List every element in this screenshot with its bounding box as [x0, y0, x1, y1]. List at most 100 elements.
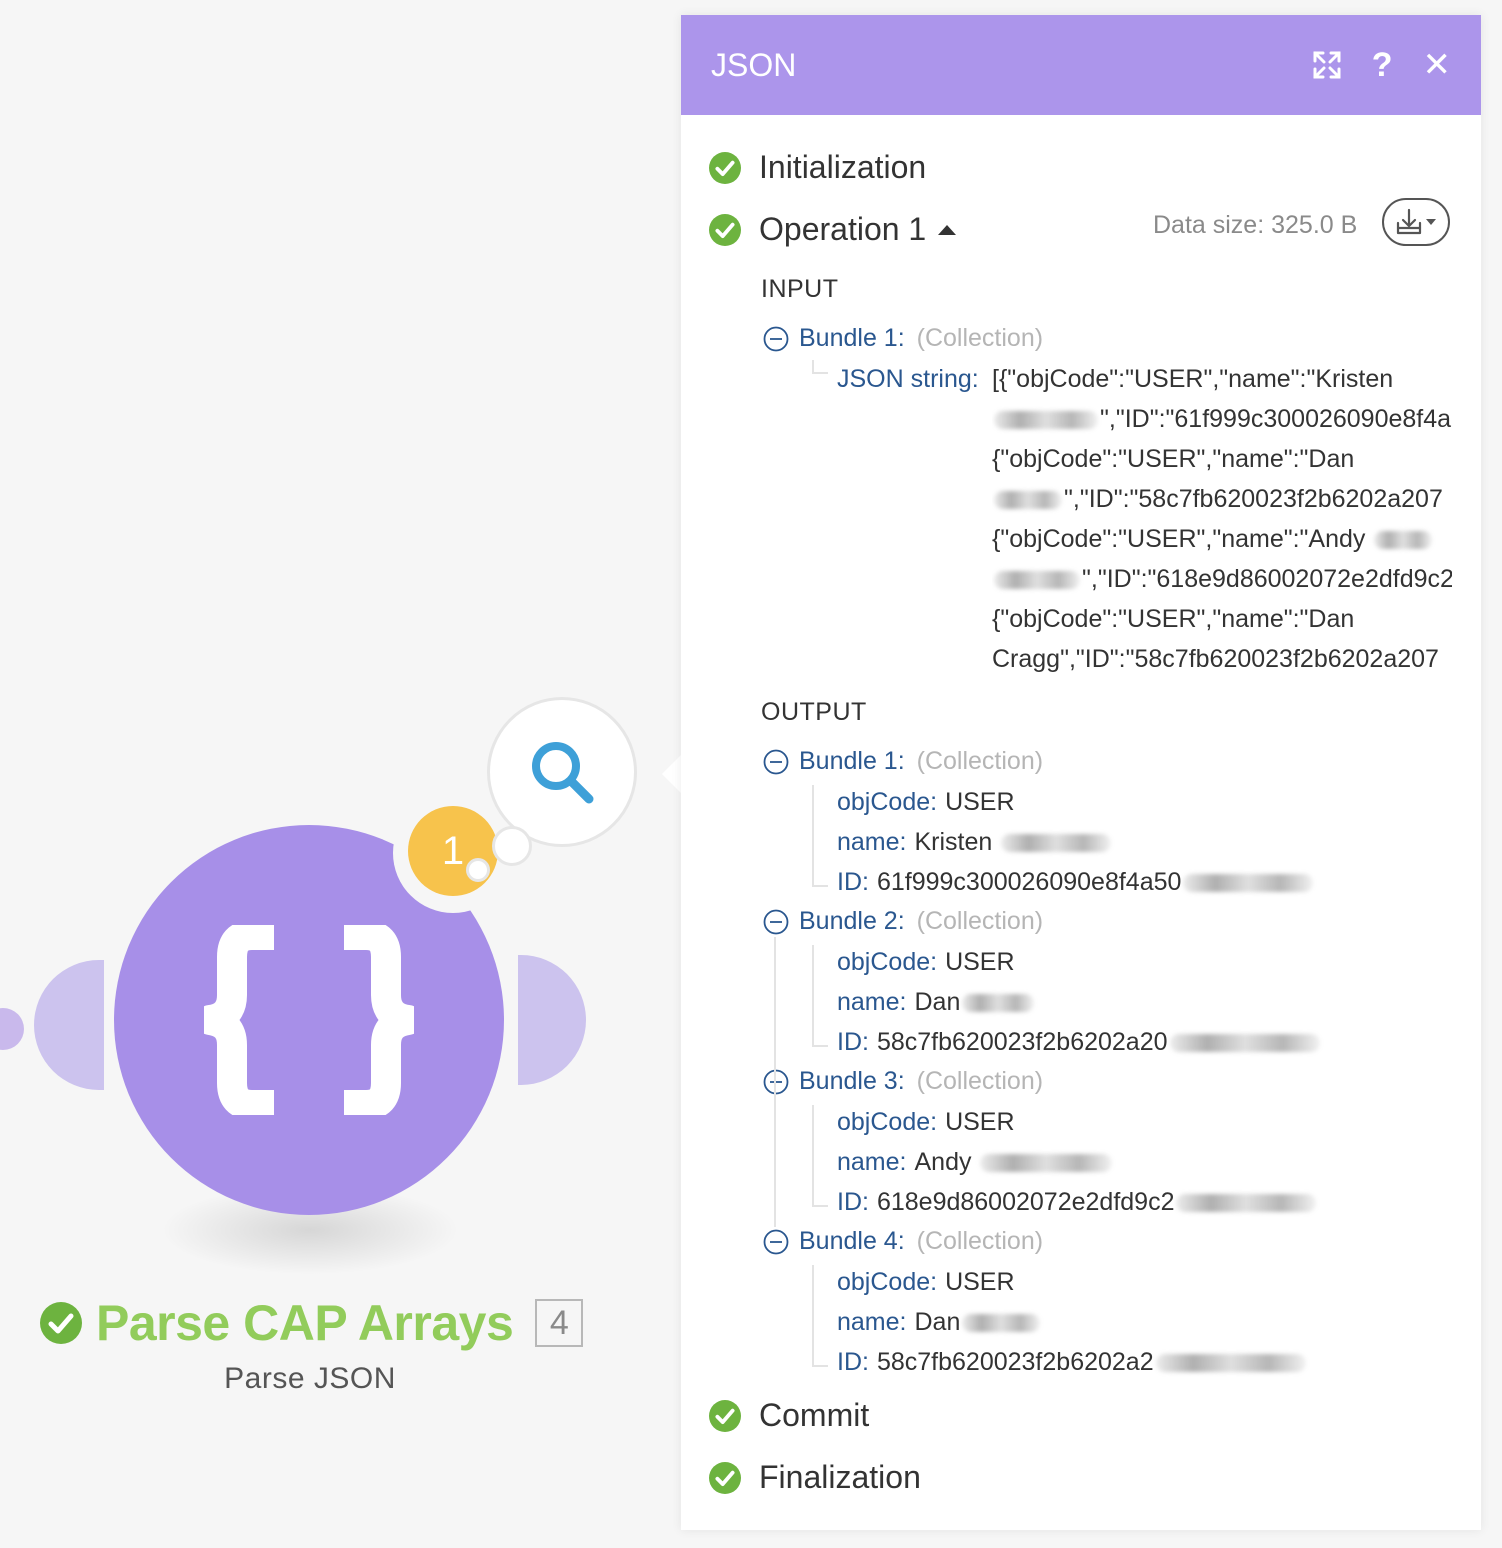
tree-connector: [812, 360, 828, 374]
output-bundle-2[interactable]: Bundle 2: (Collection): [763, 907, 1043, 936]
search-icon: [532, 742, 594, 804]
json-line: {"objCode":"USER","name":"Dan: [992, 605, 1355, 633]
redacted-text: [980, 1154, 1113, 1173]
bundle-label: Bundle 4:: [799, 1227, 905, 1255]
field-row: objCode: USER: [837, 1108, 1015, 1136]
field-row: objCode: USER: [837, 788, 1015, 816]
panel-title: JSON: [711, 46, 797, 83]
panel-pointer: [662, 754, 682, 794]
json-braces-icon: [204, 925, 414, 1115]
json-line: {"objCode":"USER","name":"Andy: [992, 525, 1452, 554]
collapse-circle-icon: [763, 1069, 789, 1094]
tree-connector: [812, 1265, 828, 1367]
previous-module-connector: [0, 1008, 24, 1050]
field-row: objCode: USER: [837, 1268, 1015, 1296]
check-circle-icon: [709, 1399, 741, 1432]
inspector-panel: JSON ? ✕ Initialization Operation 1 Data…: [681, 15, 1481, 1530]
field-row: ID: 58c7fb620023f2b6202a2: [837, 1348, 1308, 1377]
json-string-key-row: JSON string:: [837, 365, 979, 394]
field-row: ID: 58c7fb620023f2b6202a20: [837, 1028, 1322, 1057]
tree-connector: [812, 785, 828, 887]
json-line: [{"objCode":"USER","name":"Kristen: [992, 365, 1394, 393]
bundle-type: (Collection): [916, 1227, 1044, 1255]
redacted-text: [1155, 1354, 1306, 1373]
field-row: name: Dan: [837, 988, 1036, 1017]
output-bundle-4[interactable]: Bundle 4: (Collection): [763, 1227, 1043, 1256]
caret-up-icon: [938, 224, 957, 235]
check-circle-icon: [709, 1461, 741, 1494]
collapse-circle-icon: [763, 749, 789, 774]
collapse-circle-icon: [763, 909, 789, 934]
tree-connector: [812, 945, 828, 1047]
field-row: objCode: USER: [837, 948, 1015, 976]
run-badge[interactable]: 1: [408, 806, 498, 896]
input-label: INPUT: [761, 275, 839, 303]
bundle-type: (Collection): [916, 907, 1044, 935]
bundle-type: (Collection): [916, 1067, 1044, 1095]
module-output-handle[interactable]: [518, 955, 586, 1085]
redacted-text: [1183, 874, 1314, 893]
help-button[interactable]: ?: [1372, 46, 1393, 85]
expand-button[interactable]: [1312, 50, 1342, 80]
download-icon: [1396, 208, 1436, 235]
inspect-bubble[interactable]: [487, 697, 637, 847]
redacted-text: [962, 994, 1035, 1013]
bundle-type: (Collection): [916, 324, 1044, 352]
bundle-type: (Collection): [916, 747, 1044, 775]
redacted-text: [994, 571, 1080, 590]
field-row: name: Dan: [837, 1308, 1042, 1337]
check-circle-icon: [709, 213, 741, 246]
help-icon: ?: [1371, 45, 1393, 84]
redacted-text: [994, 491, 1062, 510]
field-row: ID: 618e9d86002072e2dfd9c2: [837, 1188, 1318, 1217]
field-key: JSON string:: [837, 365, 979, 393]
bubble-tail-small: [466, 858, 490, 882]
redacted-text: [962, 1314, 1041, 1333]
close-icon: ✕: [1422, 46, 1452, 84]
tree-connector: [812, 1105, 828, 1207]
bundle-tree-line: [774, 937, 776, 1227]
phase-label: Finalization: [759, 1459, 921, 1495]
panel-header: JSON ? ✕: [681, 15, 1481, 115]
data-size: Data size: 325.0 B: [1153, 211, 1358, 239]
field-row: name: Kristen: [837, 828, 1113, 857]
collapse-circle-icon: [763, 326, 789, 351]
bundle-label: Bundle 1:: [799, 747, 905, 775]
json-line: ","ID":"58c7fb620023f2b6202a207: [992, 485, 1452, 514]
input-bundle-1[interactable]: Bundle 1: (Collection): [763, 324, 1043, 353]
close-button[interactable]: ✕: [1423, 45, 1452, 85]
phase-initialization[interactable]: Initialization: [709, 149, 926, 186]
bundle-label: Bundle 3:: [799, 1067, 905, 1095]
json-line: Cragg","ID":"58c7fb620023f2b6202a207: [992, 645, 1439, 673]
phase-label: Commit: [759, 1397, 870, 1433]
module-subtitle: Parse JSON: [224, 1362, 396, 1395]
json-line: {"objCode":"USER","name":"Dan: [992, 445, 1355, 473]
redacted-text: [1176, 1194, 1317, 1213]
operations-count: 4: [535, 1299, 584, 1347]
json-line: ","ID":"61f999c300026090e8f4a: [992, 405, 1452, 434]
redacted-text: [1001, 834, 1112, 853]
output-bundle-3[interactable]: Bundle 3: (Collection): [763, 1067, 1043, 1096]
field-row: ID: 61f999c300026090e8f4a50: [837, 868, 1315, 897]
bundle-label: Bundle 2:: [799, 907, 905, 935]
module-title: Parse CAP Arrays 4: [40, 1290, 584, 1356]
expand-icon: [1313, 51, 1341, 79]
phase-finalization[interactable]: Finalization: [709, 1459, 921, 1496]
module-input-handle[interactable]: [34, 960, 104, 1090]
phase-label: Operation 1: [759, 211, 927, 247]
phase-commit[interactable]: Commit: [709, 1397, 869, 1434]
redacted-text: [1169, 1034, 1320, 1053]
phase-label: Initialization: [759, 149, 927, 185]
bundle-label: Bundle 1:: [799, 324, 905, 352]
module-name[interactable]: Parse CAP Arrays: [96, 1294, 514, 1352]
output-bundle-1[interactable]: Bundle 1: (Collection): [763, 747, 1043, 776]
phase-operation[interactable]: Operation 1: [709, 211, 957, 248]
bubble-tail: [492, 826, 532, 866]
output-label: OUTPUT: [761, 698, 867, 726]
check-circle-icon: [709, 151, 741, 184]
redacted-text: [1374, 531, 1433, 550]
json-line: ","ID":"618e9d86002072e2dfd9c2: [992, 565, 1452, 594]
download-button[interactable]: [1382, 198, 1450, 246]
collapse-circle-icon: [763, 1229, 789, 1254]
check-circle-icon: [40, 1302, 82, 1344]
